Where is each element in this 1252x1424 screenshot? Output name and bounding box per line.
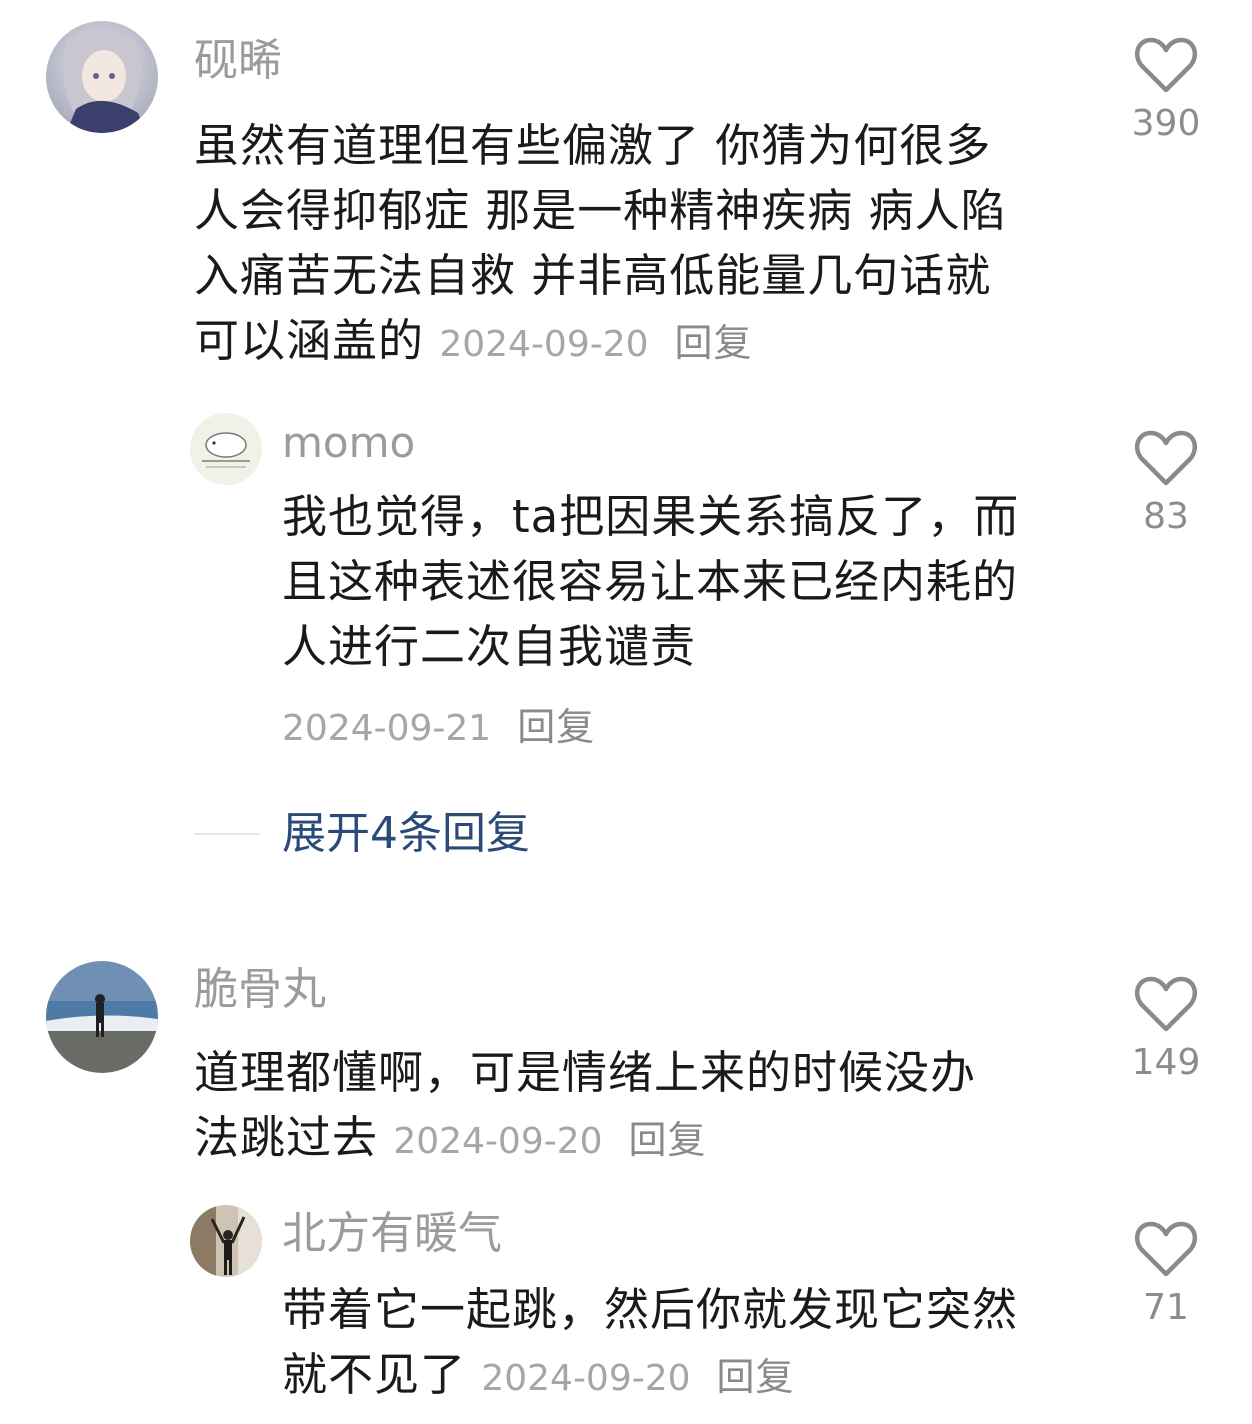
reply-button[interactable]: 回复 bbox=[629, 1118, 707, 1162]
heart-icon bbox=[1135, 1221, 1197, 1277]
expand-replies-button[interactable]: 展开4条回复 bbox=[282, 804, 530, 864]
like-count: 149 bbox=[1131, 1042, 1201, 1083]
comment-text: 虽然有道理但有些偏激了 你猜为何很多 人会得抑郁症 那是一种精神疾病 病人陷 入… bbox=[194, 113, 1007, 377]
comment-text: 道理都懂啊，可是情绪上来的时候没办 法跳过去 2024-09-20 回复 bbox=[194, 1040, 976, 1174]
like-button[interactable]: 149 bbox=[1126, 975, 1206, 1085]
avatar-seal-cartoon-icon bbox=[190, 413, 262, 485]
comment-line: 入痛苦无法自救 并非高低能量几句话就 bbox=[194, 249, 992, 302]
like-button[interactable]: 390 bbox=[1126, 36, 1206, 146]
comment-meta: 2024-09-21 回复 bbox=[282, 692, 595, 761]
comment-date: 2024-09-20 bbox=[393, 1121, 603, 1162]
comment-date: 2024-09-21 bbox=[282, 708, 492, 749]
avatar[interactable] bbox=[46, 21, 158, 133]
comment-line: 法跳过去 bbox=[194, 1111, 379, 1164]
comment-line-last: 就不见了 2024-09-20 回复 bbox=[282, 1342, 1018, 1411]
like-count: 83 bbox=[1143, 496, 1189, 537]
comment-line: 且这种表述很容易让本来已经内耗的 bbox=[282, 555, 1019, 608]
username[interactable]: 脆骨丸 bbox=[194, 960, 326, 1020]
like-button[interactable]: 83 bbox=[1126, 429, 1206, 539]
comment-line: 人进行二次自我谴责 bbox=[282, 620, 697, 673]
avatar-dancer-icon bbox=[190, 1205, 262, 1277]
avatar-anime-girl-icon bbox=[46, 21, 158, 133]
comment-text: 带着它一起跳，然后你就发现它突然 就不见了 2024-09-20 回复 bbox=[282, 1277, 1018, 1411]
heart-icon bbox=[1135, 430, 1197, 486]
comment-text: 我也觉得，ta把因果关系搞反了，而 且这种表述很容易让本来已经内耗的 人进行二次… bbox=[282, 484, 1019, 679]
comment-date: 2024-09-20 bbox=[439, 324, 649, 365]
username[interactable]: 北方有暖气 bbox=[282, 1204, 502, 1264]
like-count: 390 bbox=[1131, 103, 1201, 144]
like-button[interactable]: 71 bbox=[1126, 1220, 1206, 1330]
avatar[interactable] bbox=[190, 1205, 262, 1277]
username[interactable]: 砚晞 bbox=[194, 31, 282, 91]
comment-line: 我也觉得，ta把因果关系搞反了，而 bbox=[282, 490, 1020, 543]
heart-icon bbox=[1135, 37, 1197, 93]
comment-line: 虽然有道理但有些偏激了 你猜为何很多 bbox=[194, 119, 992, 172]
avatar-beach-person-icon bbox=[46, 961, 158, 1073]
divider bbox=[194, 833, 260, 835]
heart-icon bbox=[1135, 976, 1197, 1032]
like-count: 71 bbox=[1143, 1287, 1189, 1328]
username[interactable]: momo bbox=[282, 413, 415, 473]
comment-line-last: 可以涵盖的 2024-09-20 回复 bbox=[194, 308, 1007, 377]
avatar[interactable] bbox=[190, 413, 262, 485]
comment-line: 就不见了 bbox=[282, 1348, 467, 1401]
comment-line-last: 法跳过去 2024-09-20 回复 bbox=[194, 1105, 976, 1174]
avatar[interactable] bbox=[46, 961, 158, 1073]
reply-button[interactable]: 回复 bbox=[717, 1355, 795, 1399]
comment-line: 可以涵盖的 bbox=[194, 314, 425, 367]
reply-button[interactable]: 回复 bbox=[517, 705, 595, 749]
comment-date: 2024-09-20 bbox=[481, 1358, 691, 1399]
comment-line: 带着它一起跳，然后你就发现它突然 bbox=[282, 1283, 1019, 1336]
comment-line: 人会得抑郁症 那是一种精神疾病 病人陷 bbox=[194, 184, 1007, 237]
reply-button[interactable]: 回复 bbox=[675, 321, 753, 365]
comment-line: 道理都懂啊，可是情绪上来的时候没办 bbox=[194, 1046, 977, 1099]
